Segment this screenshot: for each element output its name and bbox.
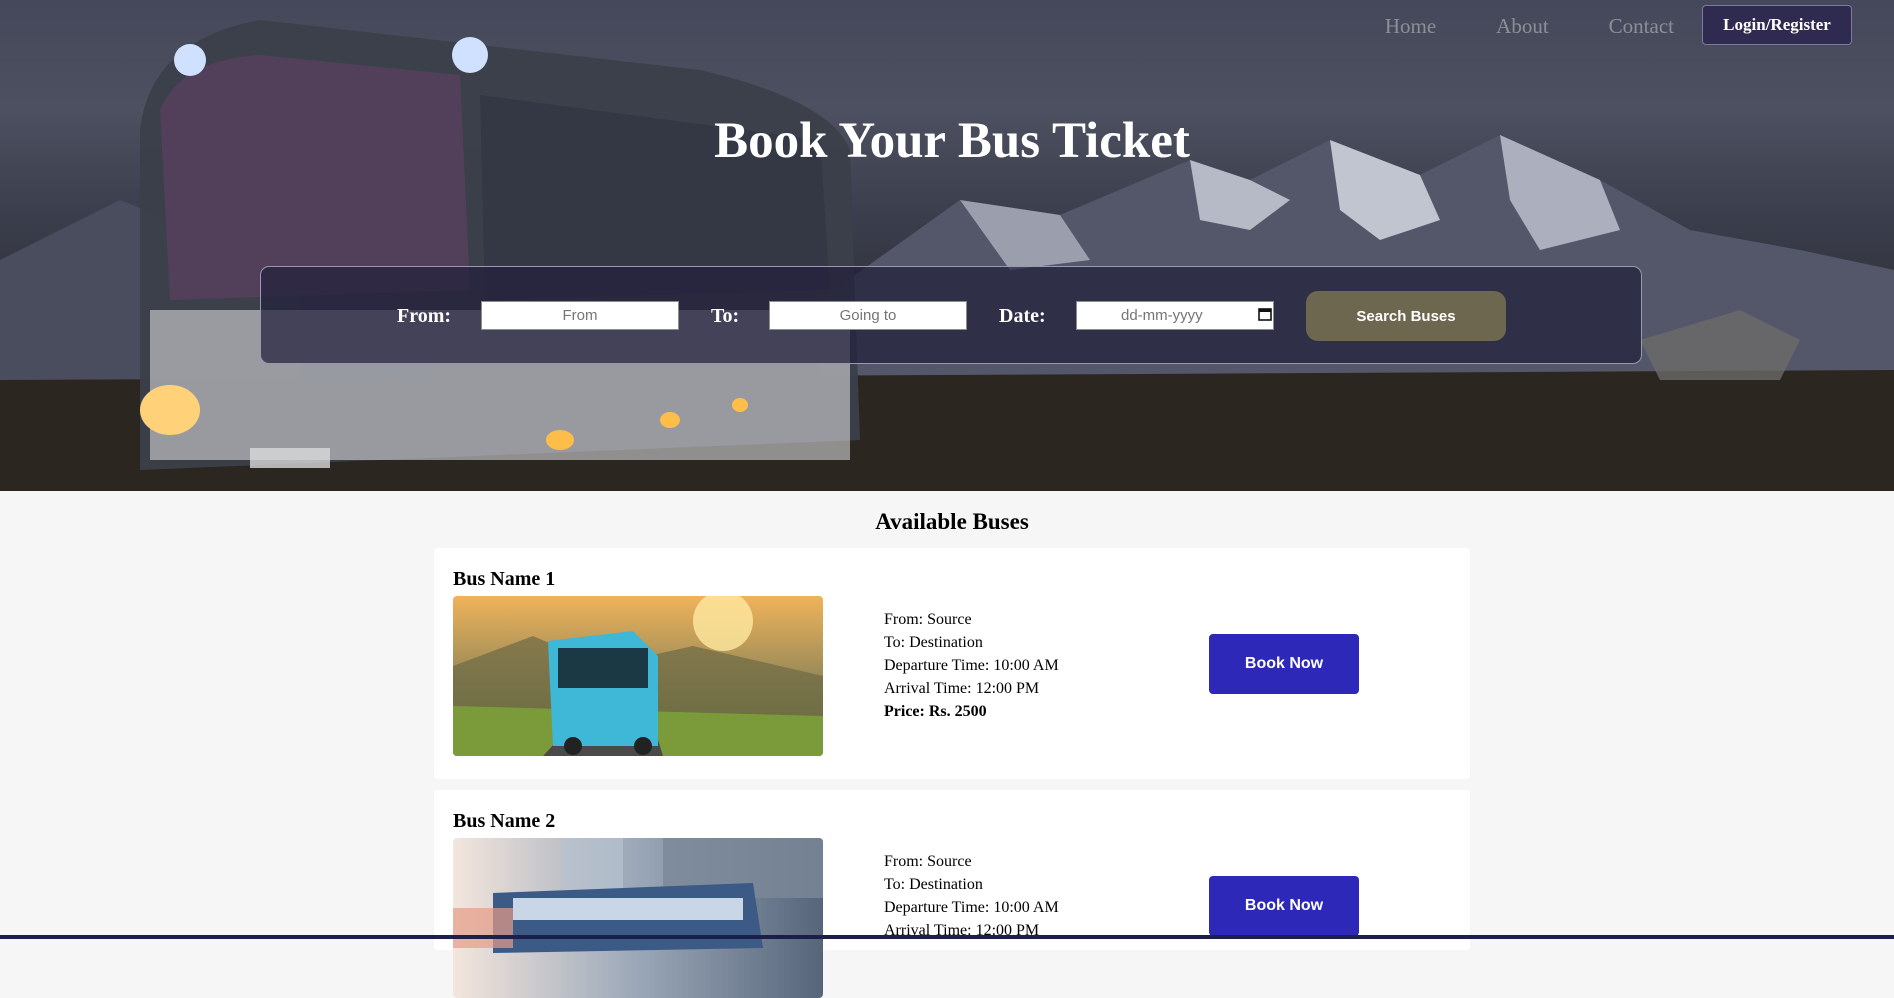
bus-image — [453, 596, 823, 756]
date-label: Date: — [999, 305, 1046, 327]
bus-name: Bus Name 2 — [453, 810, 556, 832]
bus-price: Price: Rs. 2500 — [884, 703, 987, 720]
bus-to: To: Destination — [884, 876, 983, 893]
bus-image — [453, 838, 823, 998]
from-label: From: — [397, 305, 452, 327]
bus-details: From: Source To: Destination Departure T… — [884, 850, 1059, 942]
from-input[interactable] — [481, 301, 679, 330]
to-label: To: — [711, 305, 740, 327]
bus-details: From: Source To: Destination Departure T… — [884, 608, 1059, 723]
bus-departure: Departure Time: 10:00 AM — [884, 657, 1059, 674]
hero-banner: Home About Contact Login/Register Book Y… — [0, 0, 1894, 491]
to-input[interactable] — [769, 301, 967, 330]
bottom-edge-bar — [0, 935, 1894, 939]
bus-departure: Departure Time: 10:00 AM — [884, 899, 1059, 916]
nav-contact-link[interactable]: Contact — [1609, 14, 1674, 39]
date-input[interactable] — [1076, 301, 1274, 330]
bus-to: To: Destination — [884, 634, 983, 651]
book-now-button[interactable]: Book Now — [1209, 634, 1359, 694]
bus-from: From: Source — [884, 853, 972, 870]
search-buses-button[interactable]: Search Buses — [1306, 291, 1506, 341]
book-now-button[interactable]: Book Now — [1209, 876, 1359, 936]
calendar-icon[interactable] — [1258, 307, 1272, 321]
bus-from: From: Source — [884, 611, 972, 628]
bus-name: Bus Name 1 — [453, 568, 556, 590]
bus-card: Bus Name 1 From: Source To: Destination … — [434, 548, 1470, 779]
available-buses-heading: Available Buses — [875, 509, 1029, 534]
bus-photo-shape — [140, 20, 860, 470]
bus-arrival: Arrival Time: 12:00 PM — [884, 680, 1040, 697]
page-title: Book Your Bus Ticket — [714, 113, 1190, 169]
bus-card: Bus Name 2 From: Source To: Destination … — [434, 790, 1470, 998]
login-register-button[interactable]: Login/Register — [1702, 5, 1852, 45]
nav-about-link[interactable]: About — [1496, 14, 1549, 39]
nav-home-link[interactable]: Home — [1385, 14, 1436, 39]
